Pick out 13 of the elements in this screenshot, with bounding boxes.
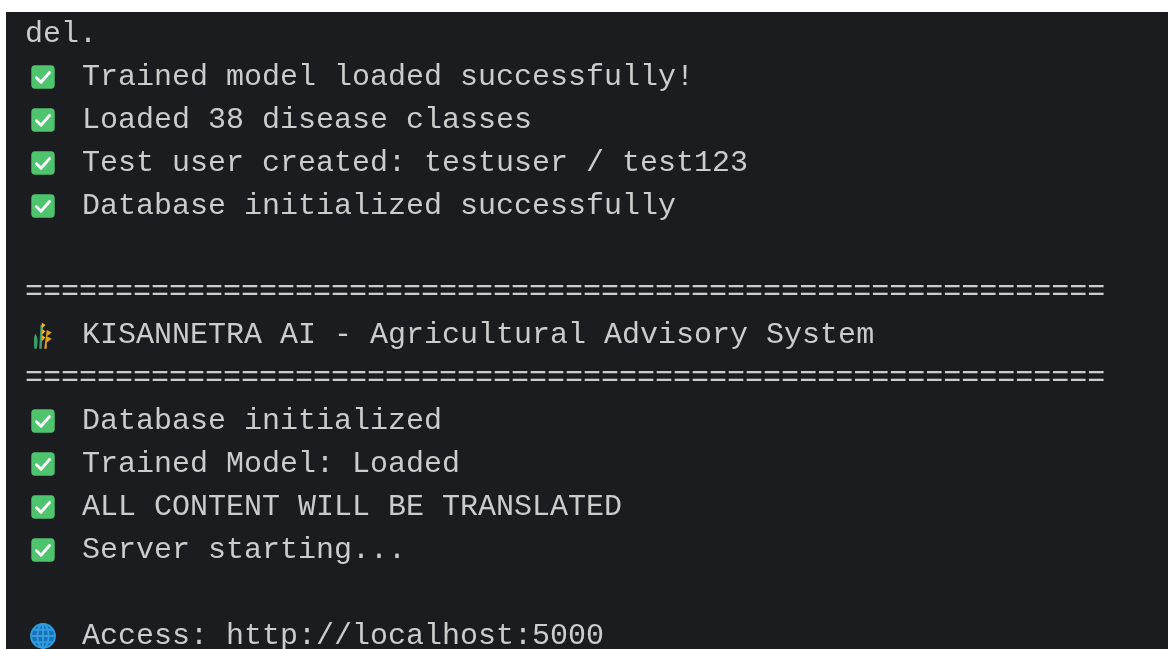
console-output-line: ============================================================ [25, 360, 1106, 395]
console-output-line: Database initialized [82, 403, 443, 438]
console-output-line: ============================================================ [25, 274, 1106, 309]
console-output-line: Server starting... [82, 532, 407, 567]
console-output-line: ALL CONTENT WILL BE TRANSLATED [82, 489, 623, 524]
console-output-line: Loaded 38 disease classes [82, 102, 533, 137]
console-output-line: Trained model loaded successfully! [82, 59, 695, 94]
console-output-line: del. [25, 16, 97, 51]
console-output-line: Test user created: testuser / test123 [82, 145, 749, 180]
console-output-line: Database initialized successfully [82, 188, 677, 223]
console-output-line: Trained Model: Loaded [82, 446, 461, 481]
console-output-line: Access: http://localhost:5000 [82, 618, 605, 649]
console-output-line: KISANNETRA AI - Agricultural Advisory System [82, 317, 875, 352]
